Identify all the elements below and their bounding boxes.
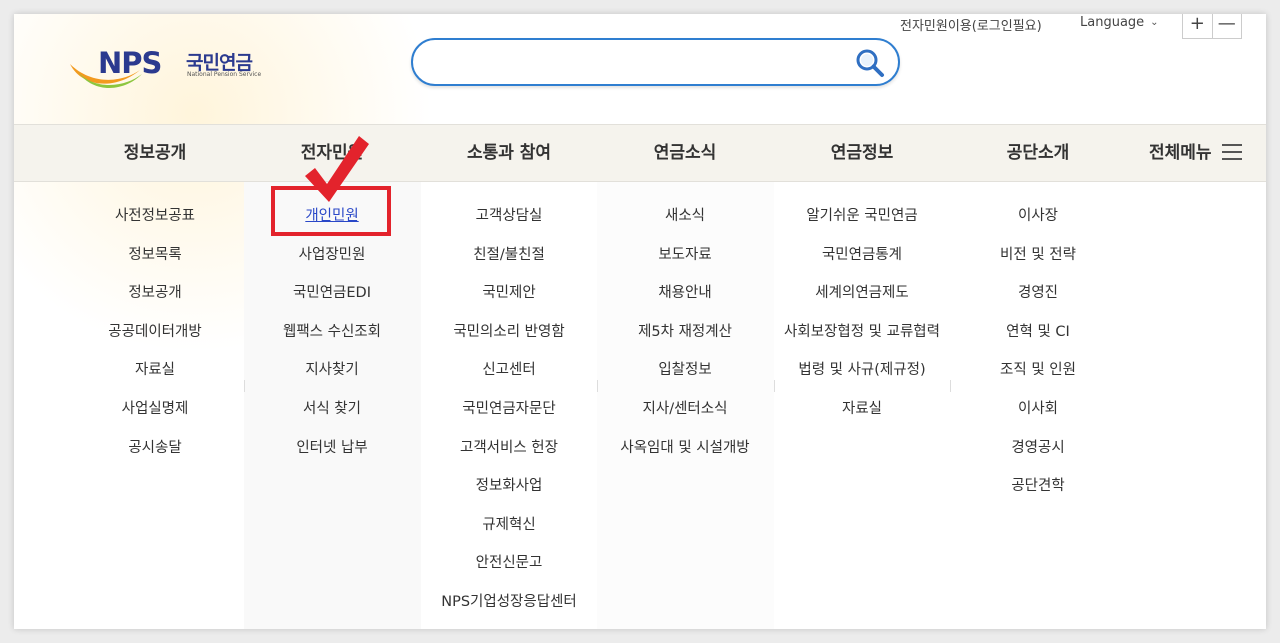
submenu-item[interactable]: 입찰정보 bbox=[597, 351, 773, 390]
submenu-item[interactable]: 법령 및 사규(제규정) bbox=[774, 351, 950, 390]
search-icon bbox=[856, 49, 884, 77]
submenu-item[interactable]: 사옥임대 및 시설개방 bbox=[597, 429, 773, 468]
red-checkmark-icon bbox=[305, 136, 369, 202]
submenu-item[interactable]: 사업장민원 bbox=[244, 236, 420, 275]
submenu-item[interactable]: 서식 찾기 bbox=[244, 390, 420, 429]
submenu-item[interactable]: 웹팩스 수신조회 bbox=[244, 313, 420, 352]
submenu-item[interactable]: 지사찾기 bbox=[244, 351, 420, 390]
nps-logo[interactable]: NPS 국민연금 National Pension Service bbox=[68, 44, 278, 100]
zoom-in-button[interactable]: + bbox=[1183, 14, 1212, 38]
page-frame: NPS 국민연금 National Pension Service 전자민원이용… bbox=[14, 14, 1266, 629]
submenu-item[interactable]: 공공데이터개방 bbox=[67, 313, 243, 352]
gnb-item-info-disclosure[interactable]: 정보공개 bbox=[67, 125, 243, 181]
search-button[interactable] bbox=[854, 47, 886, 79]
submenu-item[interactable]: 자료실 bbox=[67, 351, 243, 390]
submenu-item[interactable]: 친절/불친절 bbox=[421, 236, 597, 275]
language-selector[interactable]: Language ⌄ bbox=[1080, 15, 1159, 35]
submenu-item[interactable]: 경영진 bbox=[950, 274, 1126, 313]
submenu-item[interactable]: 인터넷 납부 bbox=[244, 429, 420, 468]
submenu-item[interactable]: 보도자료 bbox=[597, 236, 773, 275]
gnb-item-pension-info[interactable]: 연금정보 bbox=[774, 125, 950, 181]
submenu-communication: 고객상담실 친절/불친절 국민제안 국민의소리 반영함 신고센터 국민연금자문단… bbox=[421, 182, 597, 622]
chevron-down-icon: ⌄ bbox=[1150, 17, 1159, 28]
submenu-item[interactable]: 고객서비스 헌장 bbox=[421, 429, 597, 468]
logo-nps-text: NPS bbox=[98, 46, 162, 80]
gnb-item-pension-news[interactable]: 연금소식 bbox=[597, 125, 773, 181]
submenu-item[interactable]: 사업실명제 bbox=[67, 390, 243, 429]
submenu-item[interactable]: 고객상담실 bbox=[421, 197, 597, 236]
submenu-item[interactable]: 국민연금통계 bbox=[774, 236, 950, 275]
submenu-item[interactable]: 정보공개 bbox=[67, 274, 243, 313]
all-menu-label: 전체메뉴 bbox=[1149, 143, 1212, 163]
submenu-item[interactable]: 비전 및 전략 bbox=[950, 236, 1126, 275]
submenu-pension-info: 알기쉬운 국민연금 국민연금통계 세계의연금제도 사회보장협정 및 교류협력 법… bbox=[774, 182, 950, 429]
submenu-item[interactable]: 국민의소리 반영함 bbox=[421, 313, 597, 352]
submenu-item[interactable]: 국민연금EDI bbox=[244, 274, 420, 313]
submenu-item[interactable]: 정보화사업 bbox=[421, 467, 597, 506]
submenu-item[interactable]: 신고센터 bbox=[421, 351, 597, 390]
submenu-item[interactable]: 정보목록 bbox=[67, 236, 243, 275]
submenu-pension-news: 새소식 보도자료 채용안내 제5차 재정계산 입찰정보 지사/센터소식 사옥임대… bbox=[597, 182, 773, 467]
logo-english-text: National Pension Service bbox=[187, 71, 262, 78]
submenu-item[interactable]: 새소식 bbox=[597, 197, 773, 236]
global-navigation: 정보공개 전자민원 소통과 참여 연금소식 연금정보 공단소개 전체메뉴 bbox=[14, 124, 1266, 182]
submenu-info-disclosure: 사전정보공표 정보목록 정보공개 공공데이터개방 자료실 사업실명제 공시송달 bbox=[67, 182, 243, 467]
language-label: Language bbox=[1080, 15, 1145, 30]
submenu-item[interactable]: 세계의연금제도 bbox=[774, 274, 950, 313]
e-civil-login-link[interactable]: 전자민원이용(로그인필요) bbox=[900, 15, 1042, 35]
zoom-controls: + — bbox=[1182, 14, 1242, 39]
submenu-item[interactable]: 조직 및 인원 bbox=[950, 351, 1126, 390]
submenu-item[interactable]: 알기쉬운 국민연금 bbox=[774, 197, 950, 236]
gnb-item-about[interactable]: 공단소개 bbox=[950, 125, 1126, 181]
hamburger-icon bbox=[1221, 144, 1242, 160]
submenu-item[interactable]: 채용안내 bbox=[597, 274, 773, 313]
submenu-item[interactable]: 사회보장협정 및 교류협력 bbox=[774, 313, 950, 352]
submenu-item[interactable]: 국민연금자문단 bbox=[421, 390, 597, 429]
submenu-item[interactable]: 공단견학 bbox=[950, 467, 1126, 506]
submenu-item[interactable]: 규제혁신 bbox=[421, 506, 597, 545]
submenu-item[interactable]: 경영공시 bbox=[950, 429, 1126, 468]
search-box bbox=[411, 38, 900, 86]
submenu-item[interactable]: NPS기업성장응답센터 bbox=[421, 583, 597, 622]
submenu-item[interactable]: 사전정보공표 bbox=[67, 197, 243, 236]
all-menu-button[interactable]: 전체메뉴 bbox=[1149, 125, 1242, 181]
submenu-item[interactable]: 이사회 bbox=[950, 390, 1126, 429]
submenu-item[interactable]: 연혁 및 CI bbox=[950, 313, 1126, 352]
search-input[interactable] bbox=[433, 50, 833, 74]
header: NPS 국민연금 National Pension Service 전자민원이용… bbox=[14, 14, 1266, 124]
submenu-item[interactable]: 이사장 bbox=[950, 197, 1126, 236]
submenu-item[interactable]: 자료실 bbox=[774, 390, 950, 429]
zoom-out-button[interactable]: — bbox=[1211, 14, 1242, 38]
submenu-item[interactable]: 제5차 재정계산 bbox=[597, 313, 773, 352]
submenu-item[interactable]: 공시송달 bbox=[67, 429, 243, 468]
submenu-item[interactable]: 국민제안 bbox=[421, 274, 597, 313]
submenu-item[interactable]: 지사/센터소식 bbox=[597, 390, 773, 429]
submenu-about: 이사장 비전 및 전략 경영진 연혁 및 CI 조직 및 인원 이사회 경영공시… bbox=[950, 182, 1126, 506]
submenu-item[interactable]: 안전신문고 bbox=[421, 544, 597, 583]
gnb-item-communication[interactable]: 소통과 참여 bbox=[421, 125, 597, 181]
